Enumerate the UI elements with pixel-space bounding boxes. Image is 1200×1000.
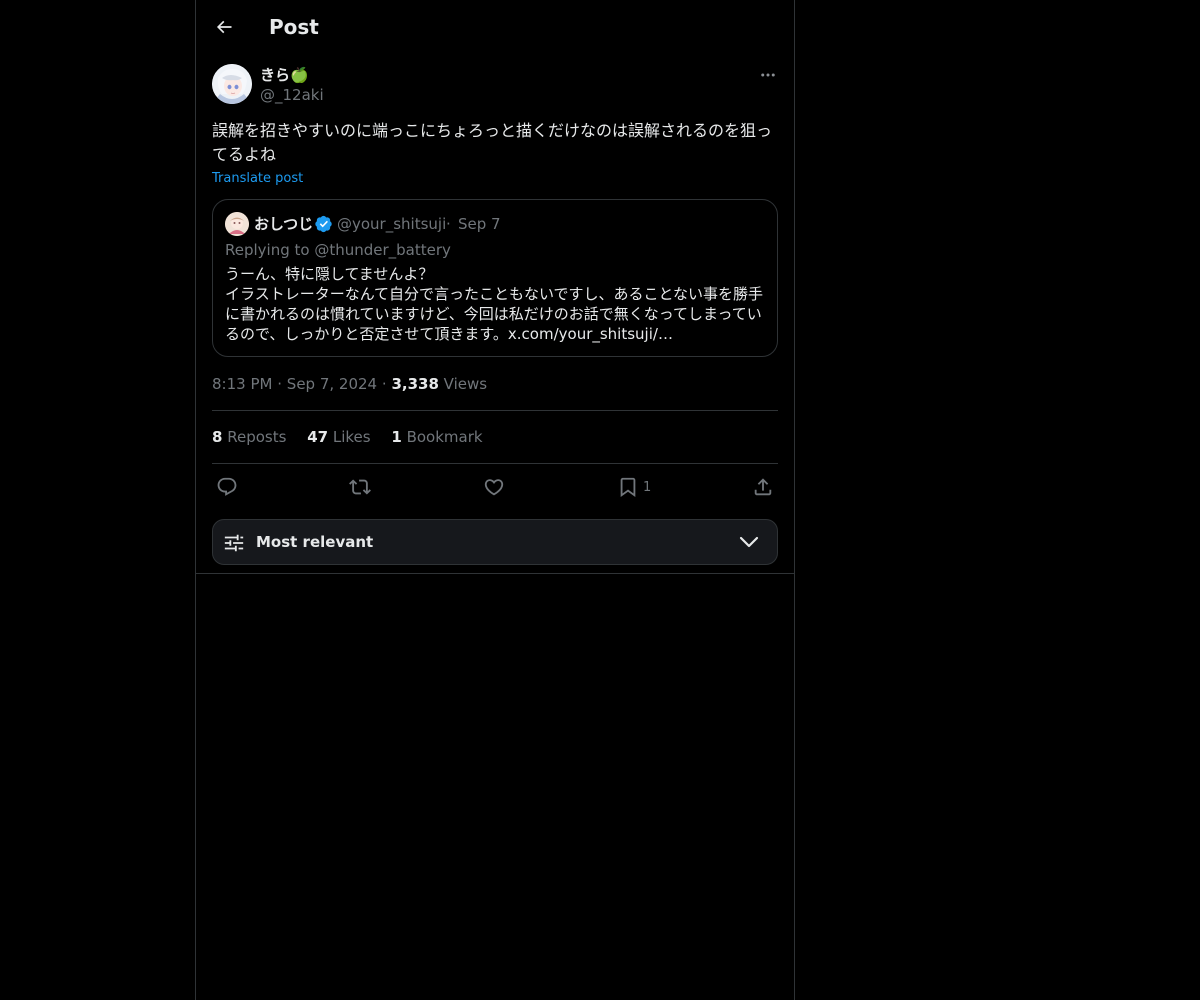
likes-label: Likes [332, 428, 371, 446]
reply-button[interactable] [216, 473, 238, 501]
divider [212, 463, 778, 464]
sort-replies-dropdown[interactable]: Most relevant [212, 519, 778, 565]
quote-text: うーん、特に隠してませんよ？ イラストレーターなんて自分で言ったこともないですし… [225, 264, 765, 344]
engagement-stats: 8 Reposts 47 Likes 1 Bookmark [212, 427, 499, 447]
reposts-label: Reposts [227, 428, 287, 446]
arrow-left-icon [216, 20, 232, 34]
views-label: Views [443, 375, 488, 393]
divider [212, 410, 778, 411]
quoted-post[interactable]: おしつじ @your_shitsuji · Sep 7 Replying to … [212, 199, 778, 357]
quote-text-line: イラストレーターなんて自分で言ったこともないですし、あることない事を勝手に書かれ… [225, 285, 764, 343]
share-button[interactable] [752, 473, 774, 501]
quote-text-line: うーん、特に隠してませんよ？ [225, 265, 434, 283]
share-icon [754, 478, 772, 496]
reposts-stat[interactable]: 8 Reposts [212, 427, 286, 447]
sort-label: Most relevant [256, 533, 374, 551]
post-meta: 8:13 PM · Sep 7, 2024 · 3,338 Views [212, 374, 487, 394]
action-bar: 1 [212, 473, 778, 501]
post-text: 誤解を招きやすいのに端っこにちょろっと描くだけなのは誤解されるのを狙ってるよね [212, 121, 773, 164]
quote-avatar-image [225, 212, 249, 236]
meta-separator: · [381, 375, 387, 393]
post-time[interactable]: 8:13 PM [212, 375, 272, 393]
quote-separator: · [446, 215, 451, 233]
sliders-icon [224, 534, 244, 552]
repost-button[interactable] [349, 473, 371, 501]
author-handle[interactable]: @_12aki [260, 85, 324, 105]
bookmark-button[interactable]: 1 [617, 473, 651, 501]
top-bar: Post [196, 0, 794, 54]
avatar-image [212, 64, 252, 104]
more-options-button[interactable] [758, 65, 778, 85]
views-count: 3,338 [391, 375, 439, 393]
author-avatar[interactable] [212, 64, 252, 104]
bookmarks-stat[interactable]: 1 Bookmark [391, 427, 482, 447]
bookmarks-label: Bookmark [406, 428, 483, 446]
repost-icon [349, 479, 371, 495]
back-button[interactable] [208, 11, 240, 43]
quote-replying-to: Replying to @thunder_battery [225, 241, 451, 259]
reply-icon [217, 477, 237, 496]
quote-author-avatar [225, 212, 249, 236]
heart-icon [484, 479, 504, 496]
quote-author-name: おしつじ [254, 215, 314, 233]
post-date[interactable]: Sep 7, 2024 [287, 375, 377, 393]
author-name[interactable]: きら🍏 [260, 65, 309, 85]
like-button[interactable] [483, 473, 505, 501]
quote-author-handle: @your_shitsuji [337, 215, 447, 233]
section-divider [196, 573, 794, 574]
verified-badge-icon [315, 215, 332, 233]
chevron-down-icon [739, 536, 759, 548]
quote-date: Sep 7 [458, 215, 501, 233]
translate-post-link[interactable]: Translate post [212, 170, 303, 188]
bookmarks-count: 1 [391, 428, 402, 446]
main-column: Post きら🍏 @_12aki 誤解を招きやすいのに端っこにちょろっと描くだけ… [195, 0, 795, 1000]
bookmark-count: 1 [643, 479, 652, 495]
reposts-count: 8 [212, 428, 223, 446]
page-title: Post [269, 15, 319, 39]
more-icon [761, 73, 775, 77]
bookmark-icon [620, 477, 636, 498]
likes-stat[interactable]: 47 Likes [307, 427, 370, 447]
likes-count: 47 [307, 428, 329, 446]
meta-separator: · [277, 375, 283, 393]
